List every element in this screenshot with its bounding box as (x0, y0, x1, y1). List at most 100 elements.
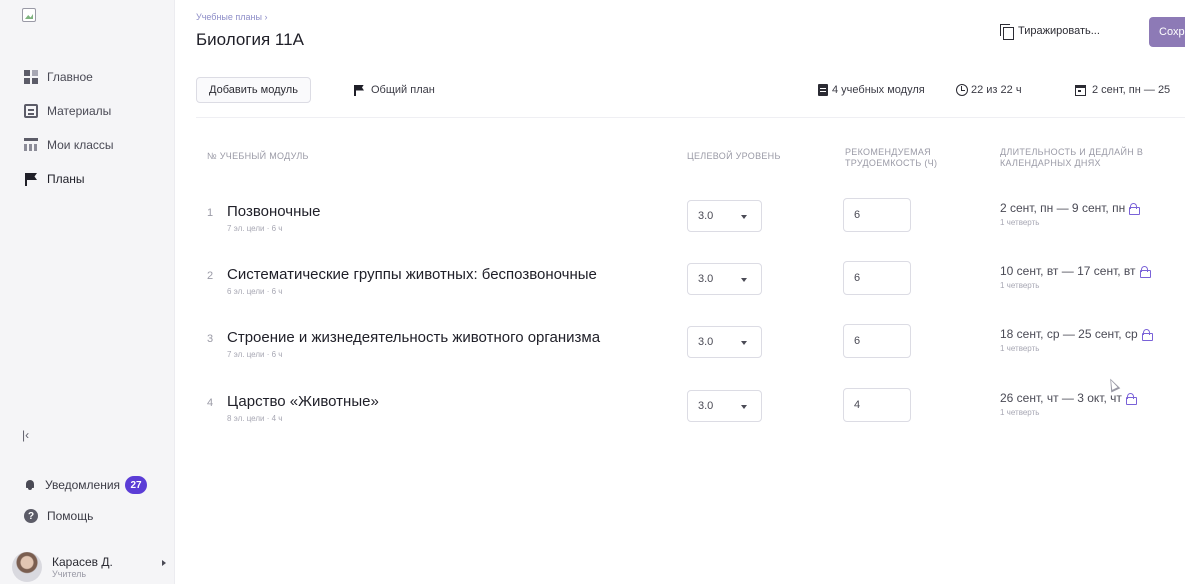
chevron-down-icon (741, 341, 747, 345)
chevron-down-icon (741, 215, 747, 219)
modules-count: 4 учебных модуля (832, 84, 925, 96)
flag-icon (354, 84, 365, 96)
module-name[interactable]: Позвоночные (227, 203, 321, 220)
row-number: 4 (207, 397, 214, 409)
hours-input[interactable] (843, 261, 911, 295)
level-value: 3.0 (698, 210, 714, 222)
module-name[interactable]: Систематические группы животных: беспозв… (227, 266, 597, 283)
col-header-hours: рекомендуемая трудоемкость (ч) (845, 147, 938, 168)
notifications-label: Уведомления (45, 478, 121, 492)
level-value: 3.0 (698, 336, 714, 348)
home-icon (24, 70, 38, 84)
page-title: Биология 11А (196, 30, 304, 49)
module-name[interactable]: Строение и жизнедеятельность животного о… (227, 329, 600, 346)
level-select[interactable]: 3.0 (687, 390, 762, 422)
user-role: Учитель (52, 569, 87, 579)
general-plan-link[interactable]: Общий план (354, 84, 435, 96)
sidebar-item-label: Главное (47, 70, 93, 84)
help-icon: ? (24, 509, 38, 523)
hours-total: 22 из 22 ч (971, 84, 1022, 96)
module-dates: 2 сент, пн — 9 сент, пн (1000, 201, 1126, 215)
chevron-down-icon (741, 278, 747, 282)
module-name[interactable]: Царство «Животные» (227, 393, 379, 410)
table-row[interactable]: 2 Систематические группы животных: беспо… (196, 261, 1185, 323)
module-meta: 8 эл. цели · 4 ч (227, 414, 283, 423)
logo-image-icon (22, 8, 36, 22)
user-menu[interactable]: Карасев Д. Учитель (12, 552, 166, 582)
help-button[interactable]: ? Помощь (24, 509, 93, 523)
hours-input[interactable] (843, 388, 911, 422)
sidebar-item-home[interactable]: Главное (0, 60, 175, 94)
sidebar-item-label: Планы (47, 172, 85, 186)
sidebar-nav: Главное Материалы Мои классы Планы (0, 60, 175, 196)
flag-icon (24, 172, 38, 186)
module-dates: 10 сент, вт — 17 сент, вт (1000, 264, 1136, 278)
lock-icon[interactable] (1125, 393, 1137, 405)
table-row[interactable]: 1 Позвоночные 7 эл. цели · 6 ч 3.0 2 сен… (196, 198, 1185, 260)
date-range-stat[interactable]: 2 сент, пн — 25 (1075, 84, 1170, 96)
row-number: 1 (207, 207, 214, 219)
duplicate-label: Тиражировать... (1018, 25, 1100, 37)
add-module-button[interactable]: Добавить модуль (196, 77, 311, 103)
avatar (12, 552, 42, 582)
row-number: 3 (207, 333, 214, 345)
general-plan-label: Общий план (371, 84, 435, 96)
level-select[interactable]: 3.0 (687, 200, 762, 232)
materials-icon (24, 104, 38, 118)
table-row[interactable]: 3 Строение и жизнедеятельность животного… (196, 324, 1185, 386)
date-range-cell[interactable]: 26 сент, чт — 3 окт, чт (1000, 391, 1137, 405)
clipboard-icon (818, 84, 828, 96)
quarter-label: 1 четверть (1000, 408, 1040, 417)
col-header-level: целевой уровень (687, 151, 781, 161)
sidebar-item-label: Мои классы (47, 138, 114, 152)
col-header-module: № учебный модуль (207, 151, 309, 161)
chevron-right-icon (162, 560, 166, 566)
lock-icon[interactable] (1139, 266, 1151, 278)
module-meta: 6 эл. цели · 6 ч (227, 287, 283, 296)
save-button[interactable]: Сохр (1149, 17, 1185, 47)
level-select[interactable]: 3.0 (687, 263, 762, 295)
quarter-label: 1 четверть (1000, 344, 1040, 353)
duplicate-button[interactable]: Тиражировать... (1000, 24, 1100, 40)
divider (196, 117, 1185, 118)
sidebar-item-classes[interactable]: Мои классы (0, 128, 175, 162)
module-meta: 7 эл. цели · 6 ч (227, 224, 283, 233)
level-value: 3.0 (698, 273, 714, 285)
row-number: 2 (207, 270, 214, 282)
module-dates: 26 сент, чт — 3 окт, чт (1000, 391, 1122, 405)
user-name: Карасев Д. (52, 555, 113, 569)
table-row[interactable]: 4 Царство «Животные» 8 эл. цели · 4 ч 3.… (196, 388, 1185, 450)
modules-count-stat: 4 учебных модуля (818, 84, 925, 96)
bell-icon (24, 479, 36, 491)
breadcrumb[interactable]: Учебные планы › (196, 12, 267, 22)
calendar-icon (1075, 84, 1086, 96)
col-header-duration: длительность и дедлайн в календарных дня… (1000, 147, 1144, 168)
sidebar-item-label: Материалы (47, 104, 112, 118)
collapse-sidebar-button[interactable]: |‹ (22, 428, 29, 442)
lock-icon[interactable] (1129, 203, 1141, 215)
level-select[interactable]: 3.0 (687, 326, 762, 358)
copy-icon (1000, 24, 1014, 40)
sidebar-item-plans[interactable]: Планы (0, 162, 175, 196)
level-value: 3.0 (698, 400, 714, 412)
date-range-cell[interactable]: 18 сент, ср — 25 сент, ср (1000, 327, 1153, 341)
hours-stat: 22 из 22 ч (956, 84, 1022, 96)
date-range-cell[interactable]: 10 сент, вт — 17 сент, вт (1000, 264, 1151, 278)
notifications-button[interactable]: Уведомления 27 (24, 476, 148, 494)
date-range: 2 сент, пн — 25 (1092, 84, 1171, 96)
help-label: Помощь (47, 509, 94, 523)
chevron-down-icon (741, 405, 747, 409)
hours-input[interactable] (843, 324, 911, 358)
date-range-cell[interactable]: 2 сент, пн — 9 сент, пн (1000, 201, 1141, 215)
sidebar: Главное Материалы Мои классы Планы |‹ Ув… (0, 0, 175, 584)
hours-input[interactable] (843, 198, 911, 232)
module-meta: 7 эл. цели · 6 ч (227, 350, 283, 359)
notifications-badge: 27 (125, 476, 148, 494)
lock-icon[interactable] (1141, 329, 1153, 341)
quarter-label: 1 четверть (1000, 218, 1040, 227)
classes-icon (24, 138, 38, 152)
module-dates: 18 сент, ср — 25 сент, ср (1000, 327, 1138, 341)
clock-icon (956, 84, 968, 96)
quarter-label: 1 четверть (1000, 281, 1040, 290)
sidebar-item-materials[interactable]: Материалы (0, 94, 175, 128)
